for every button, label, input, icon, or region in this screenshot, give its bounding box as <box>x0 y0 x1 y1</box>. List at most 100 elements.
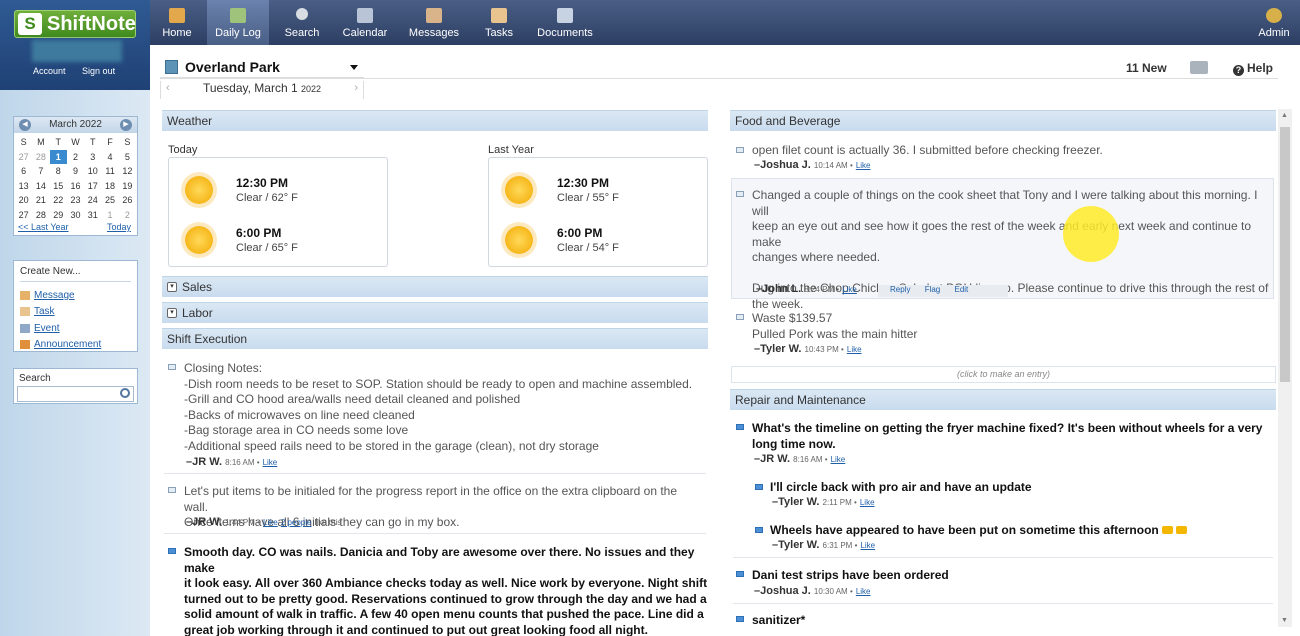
repair-reply[interactable]: I'll circle back with pro air and have a… <box>770 480 1270 496</box>
calendar-day[interactable]: 1 <box>101 208 118 223</box>
repair-entry[interactable]: What's the timeline on getting the fryer… <box>752 421 1272 452</box>
nav-admin[interactable]: Admin <box>1252 0 1296 45</box>
calendar-day[interactable]: 2 <box>119 208 136 223</box>
calendar-day[interactable]: 6 <box>15 164 32 179</box>
calendar-day[interactable]: 8 <box>50 164 67 179</box>
calendar-day[interactable]: 23 <box>67 193 84 208</box>
nav-documents[interactable]: Documents <box>534 0 596 45</box>
like-link[interactable]: Like <box>263 518 278 527</box>
nav-messages[interactable]: Messages <box>405 0 463 45</box>
calendar-day[interactable]: 15 <box>50 179 67 194</box>
calendar-day[interactable]: 13 <box>15 179 32 194</box>
calendar-day[interactable]: 7 <box>32 164 49 179</box>
entry-time: 1:44 PM • <box>225 518 260 527</box>
scroll-up-icon[interactable]: ▲ <box>1281 112 1288 119</box>
vertical-scrollbar[interactable]: ▲ ▼ <box>1278 109 1292 627</box>
account-link[interactable]: Account <box>33 66 66 76</box>
repair-reply[interactable]: Wheels have appeared to have been put on… <box>770 523 1270 539</box>
calendar-day[interactable]: 3 <box>84 150 101 165</box>
repair-entry[interactable]: sanitizer* <box>752 613 1272 629</box>
today-link[interactable]: Today <box>107 222 131 232</box>
last-year-link[interactable]: << Last Year <box>18 222 69 232</box>
prev-month-icon[interactable]: ◀ <box>19 119 31 131</box>
like-link[interactable]: Like <box>856 587 871 596</box>
like-link[interactable]: Like <box>860 498 875 507</box>
create-message-label: Message <box>34 289 75 301</box>
make-entry-field[interactable]: (click to make an entry) <box>731 366 1276 383</box>
shift-entry[interactable]: Smooth day. CO was nails. Danicia and To… <box>184 545 709 636</box>
flag-button[interactable]: Flag <box>925 285 941 294</box>
like-link[interactable]: Like <box>842 285 857 294</box>
calendar-day[interactable]: 25 <box>101 193 118 208</box>
shiftnote-logo[interactable]: S ShiftNote <box>14 10 136 38</box>
nav-calendar[interactable]: Calendar <box>337 0 393 45</box>
calendar-day[interactable]: 21 <box>32 193 49 208</box>
like-link[interactable]: Like <box>860 541 875 550</box>
calendar-day[interactable]: 28 <box>32 150 49 165</box>
calendar-day[interactable]: 11 <box>101 164 118 179</box>
next-month-icon[interactable]: ▶ <box>120 119 132 131</box>
tasks-icon <box>491 8 507 23</box>
new-entries-count[interactable]: 11 New <box>1126 61 1167 75</box>
current-date: Tuesday, March 1 <box>202 81 298 95</box>
labor-section-header[interactable]: ▾ Labor <box>162 302 708 323</box>
calendar-day-selected[interactable]: 1 <box>49 149 67 164</box>
calendar-day[interactable]: 4 <box>101 150 118 165</box>
note-icon <box>736 191 744 197</box>
sales-section-header[interactable]: ▾ Sales <box>162 276 708 297</box>
food-entry[interactable]: Waste $139.57 Pulled Pork was the main h… <box>752 311 1272 342</box>
food-entry[interactable]: open filet count is actually 36. I submi… <box>752 143 1272 159</box>
calendar-day[interactable]: 14 <box>32 179 49 194</box>
likers-link[interactable]: 2 people <box>281 518 312 527</box>
calendar-day[interactable]: 16 <box>67 179 84 194</box>
calendar-day[interactable]: 30 <box>67 208 84 223</box>
logo-s-icon: S <box>18 13 42 35</box>
calendar-day[interactable]: 24 <box>84 193 101 208</box>
create-task-link[interactable]: Task <box>20 304 131 321</box>
search-icon[interactable] <box>120 388 130 398</box>
scroll-down-icon[interactable]: ▼ <box>1281 617 1288 624</box>
calendar-day[interactable]: 26 <box>119 193 136 208</box>
create-announcement-link[interactable]: Announcement <box>20 337 131 354</box>
like-link[interactable]: Like <box>847 345 862 354</box>
calendar-day[interactable]: 12 <box>119 164 136 179</box>
calendar-day[interactable]: 22 <box>50 193 67 208</box>
create-message-link[interactable]: Message <box>20 287 131 304</box>
edit-button[interactable]: Edit <box>954 285 968 294</box>
sign-out-link[interactable]: Sign out <box>82 66 115 76</box>
calendar-day[interactable]: 10 <box>84 164 101 179</box>
like-link[interactable]: Like <box>856 161 871 170</box>
calendar-day[interactable]: 28 <box>32 208 49 223</box>
entry-divider <box>164 533 706 534</box>
prev-day-icon[interactable]: ‹ <box>166 82 170 94</box>
scroll-thumb[interactable] <box>1280 127 1290 382</box>
calendar-day[interactable]: 2 <box>67 150 84 165</box>
nav-search[interactable]: Search <box>280 0 324 45</box>
like-link[interactable]: Like <box>263 458 278 467</box>
calendar-day[interactable]: 9 <box>67 164 84 179</box>
calendar-day[interactable]: 18 <box>101 179 118 194</box>
repair-entry[interactable]: Dani test strips have been ordered <box>752 568 1272 584</box>
calendar-day[interactable]: 27 <box>15 150 32 165</box>
calendar-day[interactable]: 19 <box>119 179 136 194</box>
nav-home[interactable]: Home <box>155 0 199 45</box>
nav-daily-log[interactable]: Daily Log <box>207 0 269 45</box>
entry-author-row: –JR W. 1:44 PM • Like 2 people like this <box>186 516 341 528</box>
create-event-link[interactable]: Event <box>20 320 131 337</box>
calendar-day[interactable]: 27 <box>15 208 32 223</box>
calendar-day[interactable]: 29 <box>50 208 67 223</box>
nav-tasks[interactable]: Tasks <box>479 0 519 45</box>
calendar-day[interactable]: 20 <box>15 193 32 208</box>
location-select[interactable]: Overland Park <box>160 57 364 78</box>
help-button[interactable]: ? Help <box>1233 61 1273 76</box>
next-day-icon[interactable]: › <box>354 82 358 94</box>
calendar-day[interactable]: 5 <box>119 150 136 165</box>
entry-line: Pulled Pork was the main hitter <box>752 326 918 341</box>
like-link[interactable]: Like <box>831 455 846 464</box>
shift-entry[interactable]: Closing Notes: -Dish room needs to be re… <box>184 361 704 454</box>
reply-button[interactable]: Reply <box>890 285 910 294</box>
calendar-day[interactable]: 17 <box>84 179 101 194</box>
printer-icon[interactable] <box>1190 61 1208 74</box>
calendar-day[interactable]: 31 <box>84 208 101 223</box>
search-input[interactable] <box>17 386 134 402</box>
